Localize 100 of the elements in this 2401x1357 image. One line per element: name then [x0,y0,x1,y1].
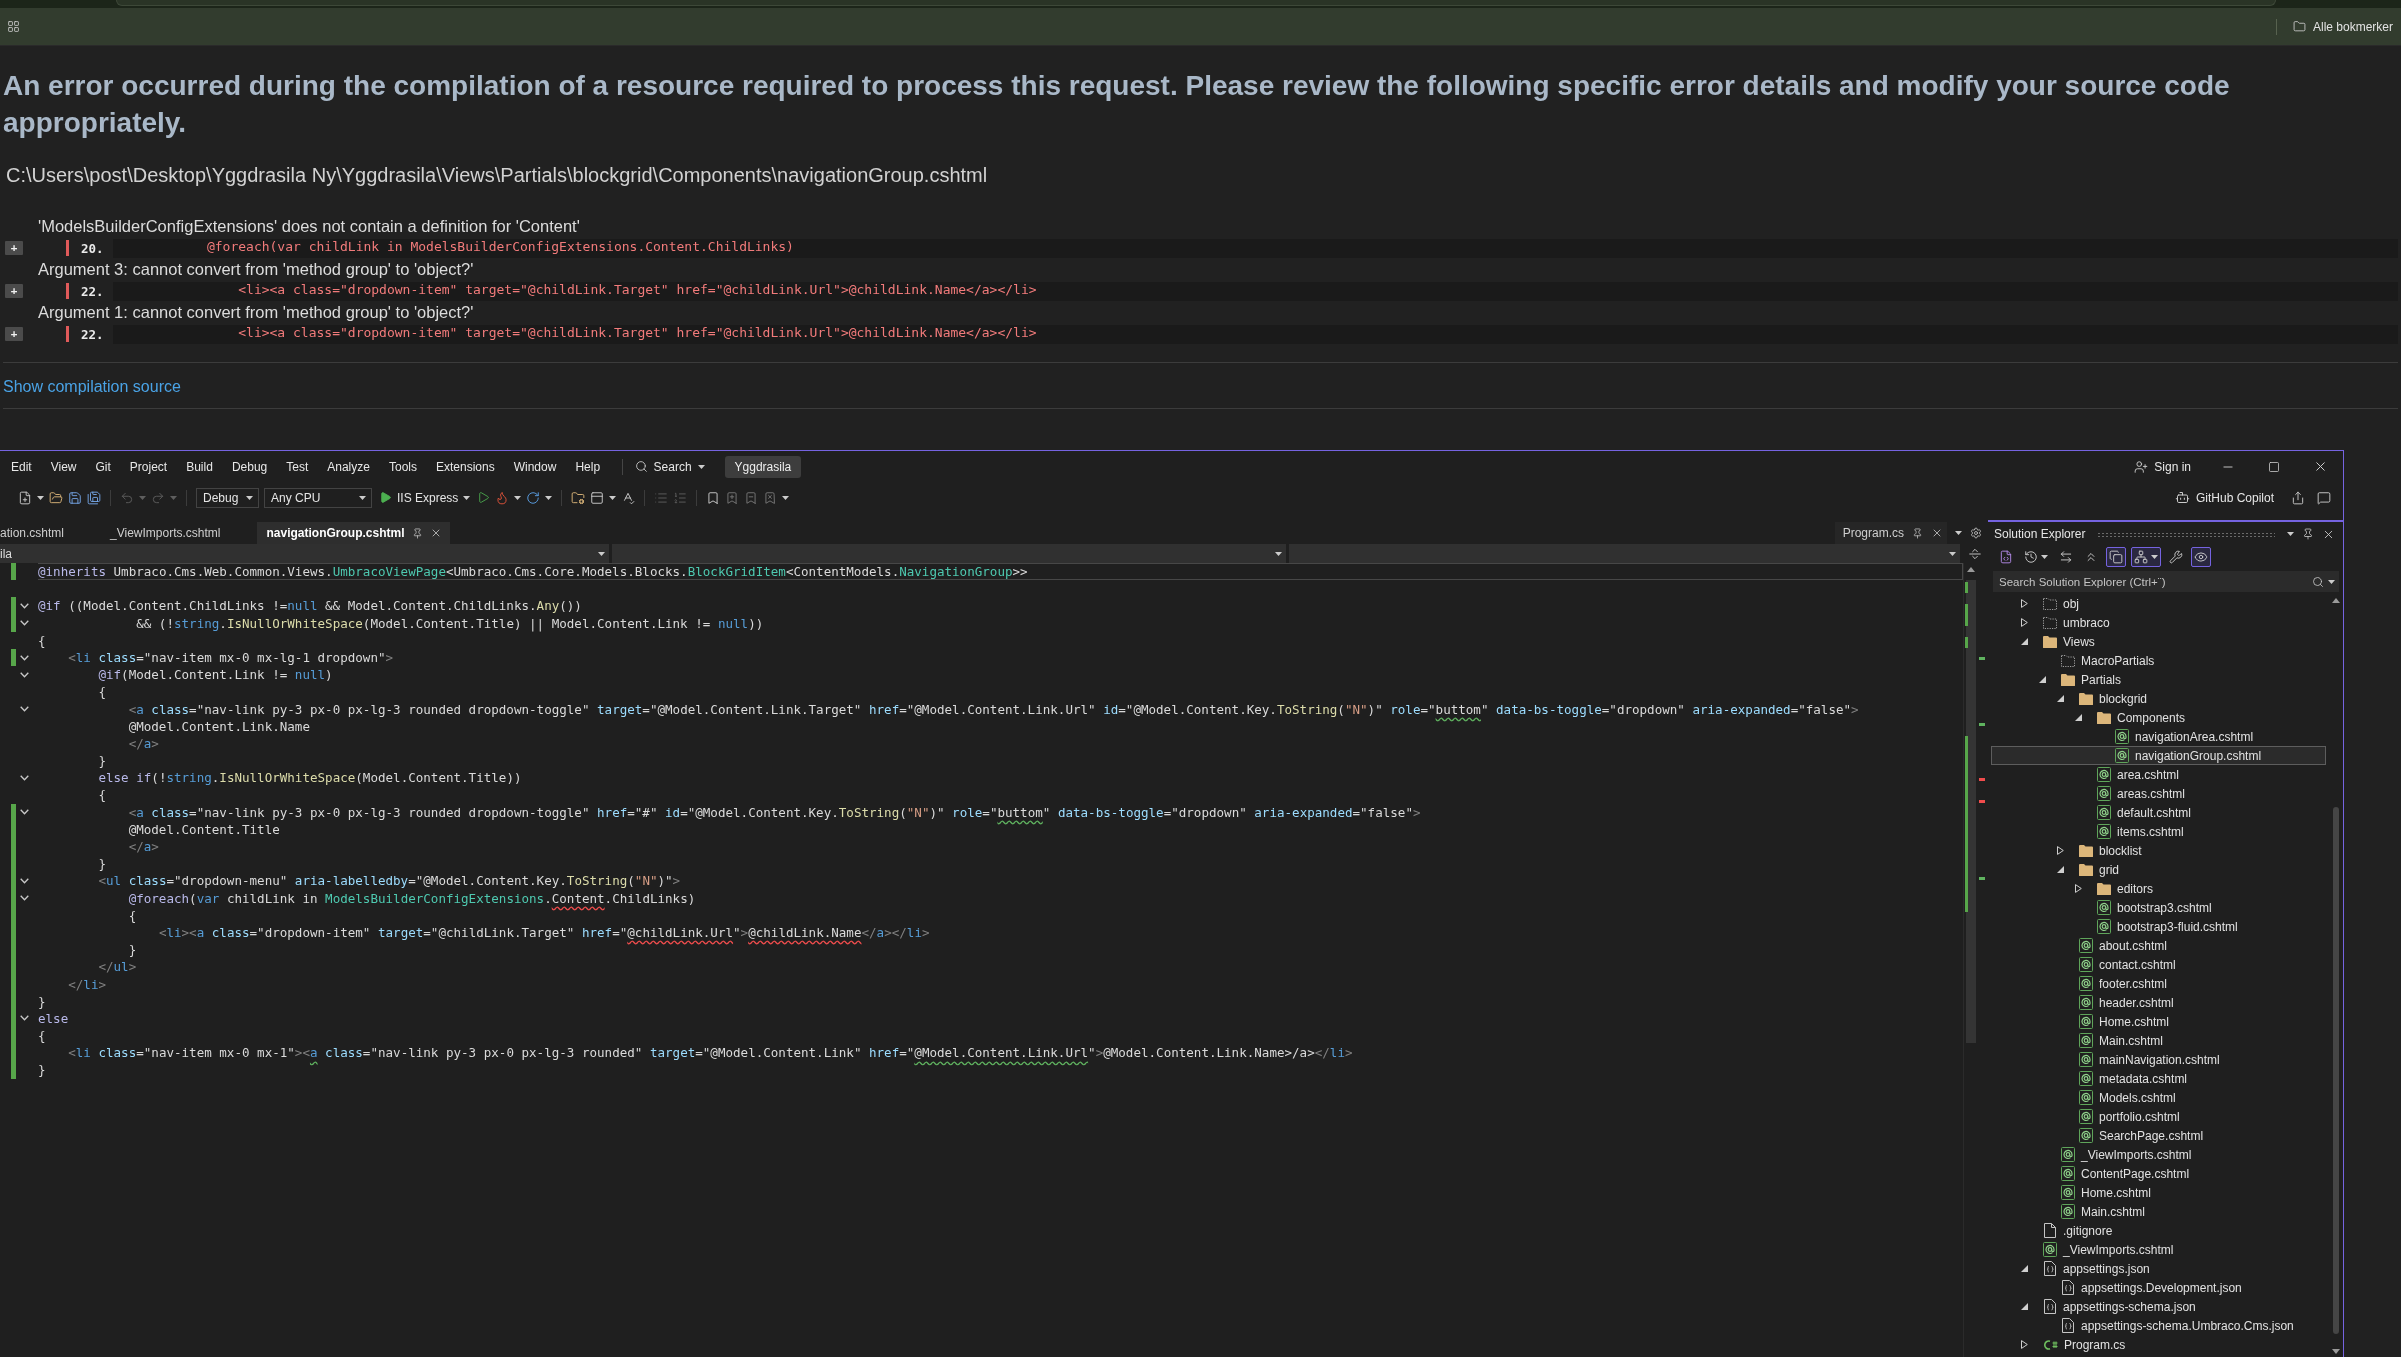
tree-item[interactable]: Components [1991,708,2326,727]
document-tab[interactable]: _ViewImports.cshtml [100,522,257,544]
run-button[interactable]: IIS Express [377,490,473,505]
menu-item[interactable]: View [41,455,86,478]
tree-item[interactable]: Main.cshtml [1991,1031,2326,1050]
caret-down-icon[interactable] [2020,1265,2028,1272]
window-layout-icon[interactable] [590,490,605,505]
caret-icon[interactable] [359,495,366,500]
fold-chevron-icon[interactable] [20,1015,29,1022]
menu-item[interactable]: Tools [379,455,427,478]
tree-item[interactable]: navigationGroup.cshtml [1991,746,2326,765]
tree-item[interactable]: contact.cshtml [1991,955,2326,974]
play-icon[interactable] [379,491,392,504]
fold-chevron-icon[interactable] [20,671,29,678]
tree-view-icon[interactable] [2134,549,2148,564]
tree-item[interactable]: appsettings-schema.Umbraco.Cms.json [1991,1316,2326,1335]
tree-item[interactable]: Program.cs [1991,1335,2326,1354]
caret-icon[interactable] [697,464,705,469]
caret-icon[interactable] [598,551,605,556]
tree-item[interactable]: blocklist [1991,841,2326,860]
copilot-button[interactable]: GitHub Copilot [2174,490,2274,505]
menu-item[interactable]: Debug [222,455,277,478]
tree-item[interactable]: footer.cshtml [1991,974,2326,993]
bookmark-icon[interactable] [706,490,721,505]
tree-item[interactable]: appsettings-schema.json [1991,1297,2326,1316]
menu-item[interactable]: Build [176,455,223,478]
tree-item[interactable]: umbraco [1991,613,2326,632]
caret-down-icon[interactable] [2020,1303,2028,1310]
fold-chevron-icon[interactable] [20,706,29,713]
tree-item[interactable]: blockgrid [1991,689,2326,708]
caret-right-icon[interactable] [2020,599,2028,608]
tree-item[interactable]: appsettings.Development.json [1991,1278,2326,1297]
expand-button[interactable]: + [5,241,23,256]
caret-icon[interactable] [2151,554,2158,559]
bookmarks-button[interactable]: Alle bokmerker [2292,19,2393,34]
scroll-down-arrow-icon[interactable] [2332,1349,2340,1354]
expand-button[interactable]: + [5,327,23,342]
fold-chevron-icon[interactable] [20,895,29,902]
tree-item[interactable]: _ViewImports.cshtml [1991,1240,2326,1259]
menu-item[interactable]: Git [86,455,121,478]
tree-item[interactable]: _ViewImports.cshtml [1991,1145,2326,1164]
tree-item[interactable]: appsettings.json [1991,1259,2326,1278]
settings-icon[interactable] [1970,527,1982,539]
caret-icon[interactable] [545,495,553,500]
tree-item[interactable]: Home.cshtml [1991,1183,2326,1202]
maximize-icon[interactable] [2268,460,2280,473]
configuration-dropdown[interactable]: Debug [196,487,259,508]
tree-item[interactable]: MacroPartials [1991,651,2326,670]
tree-item[interactable]: areas.cshtml [1991,784,2326,803]
caret-right-icon[interactable] [2020,1340,2028,1349]
menu-item[interactable]: Help [565,455,610,478]
caret-icon[interactable] [1955,531,1962,535]
caret-right-icon[interactable] [2074,884,2082,893]
expand-button[interactable]: + [5,284,23,299]
caret-icon[interactable] [514,495,522,500]
search-icon[interactable] [634,460,648,473]
caret-down-icon[interactable] [2056,695,2064,702]
tree-item[interactable]: items.cshtml [1991,822,2326,841]
sign-in-button[interactable]: Sign in [2134,459,2191,474]
caret-right-icon[interactable] [2056,846,2064,855]
menu-item[interactable]: Window [504,455,566,478]
user-plus-icon[interactable] [2134,459,2149,474]
tree-item[interactable]: header.cshtml [1991,993,2326,1012]
tree-item[interactable]: about.cshtml [1991,936,2326,955]
caret-icon[interactable] [1949,551,1956,556]
pin-icon[interactable] [1912,527,1923,539]
scroll-up-arrow-icon[interactable] [2332,598,2340,603]
caret-icon[interactable] [463,495,471,500]
fold-chevron-icon[interactable] [20,809,29,816]
tree-item[interactable]: bootstrap3.cshtml [1991,898,2326,917]
tree-item[interactable]: Models.cshtml [1991,1088,2326,1107]
history-icon[interactable] [2024,549,2038,564]
tree-item[interactable]: mainNavigation.cshtml [1991,1050,2326,1069]
tree-item[interactable]: editors [1991,879,2326,898]
project-dropdown[interactable]: ila [0,544,609,563]
menu-item[interactable]: Analyze [317,455,380,478]
tree-item[interactable]: Home.cshtml [1991,1012,2326,1031]
fold-chevron-icon[interactable] [20,774,29,781]
play-outline-icon[interactable] [477,491,491,504]
apps-grid-icon[interactable] [7,20,20,33]
split-window-icon[interactable] [1967,546,1982,561]
menu-item[interactable]: Edit [1,455,42,478]
tree-item[interactable]: bootstrap3-fluid.cshtml [1991,917,2326,936]
caret-icon[interactable] [609,495,617,500]
platform-dropdown[interactable]: Any CPU [264,487,372,508]
caret-icon[interactable] [782,495,790,500]
vertical-scrollbar[interactable] [1963,563,1978,1357]
show-source-link[interactable]: Show compilation source [3,376,181,398]
new-file-icon[interactable] [18,490,32,505]
folder-icon[interactable] [2292,20,2306,33]
refresh-icon[interactable] [526,490,541,505]
caret-icon[interactable] [37,495,44,500]
menu-item[interactable]: Project [120,455,177,478]
caret-down-icon[interactable] [2038,676,2046,683]
tree-item[interactable]: SearchPage.cshtml [1991,1126,2326,1145]
open-folder-icon[interactable] [49,490,63,505]
tree-item[interactable]: grid [1991,860,2326,879]
save-all-icon[interactable] [87,490,101,505]
tree-item[interactable]: obj [1991,594,2326,613]
tree-item[interactable]: area.cshtml [1991,765,2326,784]
